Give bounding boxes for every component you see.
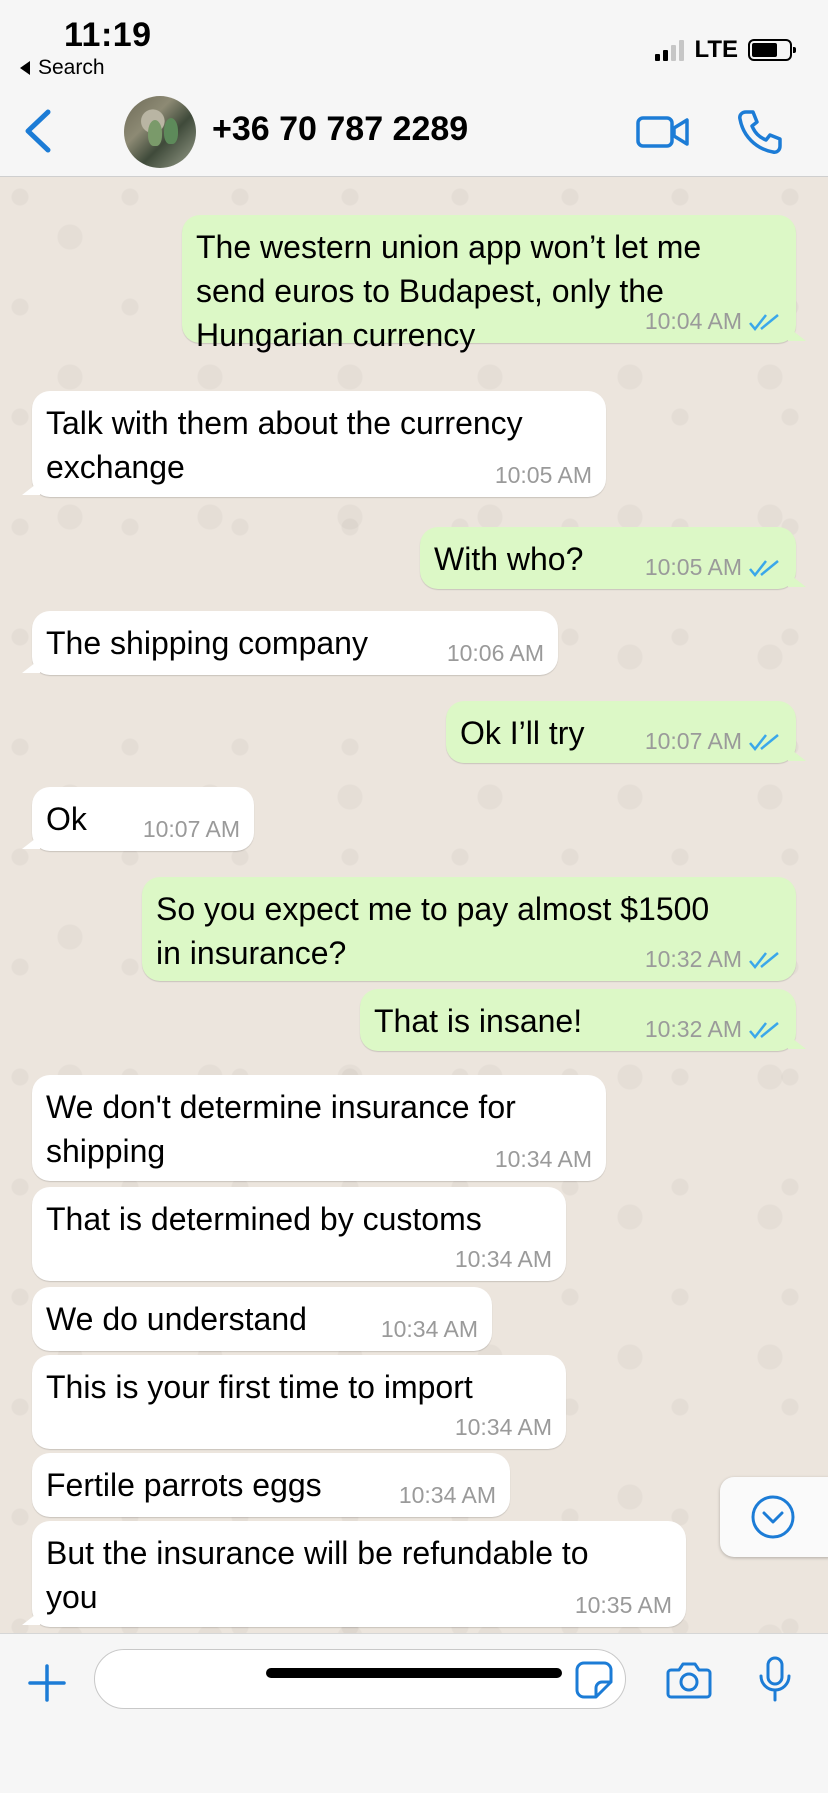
message-text: We do understand bbox=[46, 1301, 307, 1337]
double-check-icon bbox=[749, 559, 779, 577]
message-bubble-outgoing[interactable]: So you expect me to pay almost $1500 in … bbox=[142, 877, 796, 981]
clock: 11:19 bbox=[64, 16, 152, 54]
message-bubble-outgoing[interactable]: The western union app won’t let me send … bbox=[182, 215, 806, 353]
message-time: 10:05 AM bbox=[494, 462, 592, 488]
message-text: This is your first time to import bbox=[46, 1369, 473, 1405]
message-text: We don't determine insurance for shippin… bbox=[46, 1089, 516, 1169]
message-time: 10:06 AM bbox=[446, 640, 544, 666]
video-call-icon[interactable] bbox=[636, 112, 690, 152]
double-check-icon bbox=[749, 313, 779, 331]
home-indicator bbox=[266, 1668, 562, 1678]
message-input[interactable] bbox=[94, 1649, 626, 1709]
message-text: Fertile parrots eggs bbox=[46, 1467, 322, 1503]
message-time: 10:34 AM bbox=[454, 1246, 552, 1272]
message-bubble-incoming[interactable]: Ok 10:07 AM bbox=[22, 787, 254, 851]
back-chevron-icon[interactable] bbox=[20, 106, 60, 156]
back-triangle-icon bbox=[20, 61, 30, 75]
plus-icon[interactable] bbox=[26, 1662, 68, 1704]
phone-call-icon[interactable] bbox=[736, 108, 784, 156]
signal-icon bbox=[655, 39, 685, 61]
message-text: That is insane! bbox=[374, 1003, 583, 1039]
message-time: 10:35 AM bbox=[574, 1592, 672, 1618]
message-time: 10:04 AM bbox=[644, 308, 742, 334]
message-time: 10:32 AM bbox=[644, 1016, 742, 1042]
message-bubble-incoming[interactable]: Fertile parrots eggs 10:34 AM bbox=[32, 1453, 510, 1517]
message-bubble-incoming[interactable]: The shipping company 10:06 AM bbox=[22, 611, 558, 675]
message-text: That is determined by customs bbox=[46, 1201, 482, 1237]
back-to-search-link[interactable]: Search bbox=[20, 56, 105, 80]
message-text: The western union app won’t let me send … bbox=[196, 229, 702, 353]
message-time: 10:34 AM bbox=[398, 1482, 496, 1508]
message-time: 10:07 AM bbox=[644, 728, 742, 754]
message-time: 10:07 AM bbox=[142, 816, 240, 842]
sticker-icon[interactable] bbox=[574, 1660, 614, 1700]
contact-avatar[interactable] bbox=[124, 96, 196, 168]
message-bubble-incoming[interactable]: This is your first time to import 10:34 … bbox=[32, 1355, 566, 1449]
message-text: So you expect me to pay almost $1500 in … bbox=[156, 891, 710, 971]
parrot-icon bbox=[164, 118, 178, 144]
message-text: Ok I’ll try bbox=[460, 715, 585, 751]
message-bubble-incoming[interactable]: But the insurance will be refundable to … bbox=[22, 1521, 686, 1627]
status-bar: 11:19 Search LTE bbox=[0, 0, 828, 92]
message-time: 10:34 AM bbox=[454, 1414, 552, 1440]
message-bubble-outgoing[interactable]: With who? 10:05 AM bbox=[420, 527, 806, 589]
message-text: With who? bbox=[434, 541, 584, 577]
chevron-down-circle-icon bbox=[751, 1495, 795, 1539]
double-check-icon bbox=[749, 1021, 779, 1039]
battery-icon bbox=[748, 39, 796, 61]
message-bubble-incoming[interactable]: That is determined by customs 10:34 AM bbox=[32, 1187, 566, 1281]
message-text: But the insurance will be refundable to … bbox=[46, 1535, 589, 1615]
message-composer bbox=[0, 1633, 828, 1793]
message-bubble-outgoing[interactable]: Ok I’ll try 10:07 AM bbox=[446, 701, 806, 763]
camera-icon[interactable] bbox=[666, 1660, 712, 1700]
message-time: 10:34 AM bbox=[494, 1146, 592, 1172]
back-to-search-label: Search bbox=[38, 56, 105, 79]
message-bubble-incoming[interactable]: Talk with them about the currency exchan… bbox=[22, 391, 606, 497]
message-time: 10:32 AM bbox=[644, 946, 742, 972]
parrot-icon bbox=[148, 120, 162, 146]
message-time: 10:05 AM bbox=[644, 554, 742, 580]
message-text: The shipping company bbox=[46, 625, 368, 661]
double-check-icon bbox=[749, 951, 779, 969]
contact-name[interactable]: +36 70 787 2289 bbox=[212, 110, 468, 149]
status-indicators: LTE bbox=[655, 36, 796, 64]
message-time: 10:34 AM bbox=[380, 1316, 478, 1342]
message-bubble-incoming[interactable]: We do understand 10:34 AM bbox=[32, 1287, 492, 1351]
message-bubble-outgoing[interactable]: That is insane! 10:32 AM bbox=[360, 989, 806, 1051]
chat-header: +36 70 787 2289 bbox=[0, 92, 828, 177]
microphone-icon[interactable] bbox=[758, 1656, 792, 1702]
message-text: Ok bbox=[46, 801, 87, 837]
double-check-icon bbox=[749, 733, 779, 751]
network-type: LTE bbox=[694, 36, 738, 63]
chat-area[interactable]: The western union app won’t let me send … bbox=[0, 177, 828, 1633]
scroll-to-bottom-button[interactable] bbox=[720, 1477, 828, 1557]
message-text: Talk with them about the currency exchan… bbox=[46, 405, 523, 485]
message-bubble-incoming[interactable]: We don't determine insurance for shippin… bbox=[32, 1075, 606, 1181]
